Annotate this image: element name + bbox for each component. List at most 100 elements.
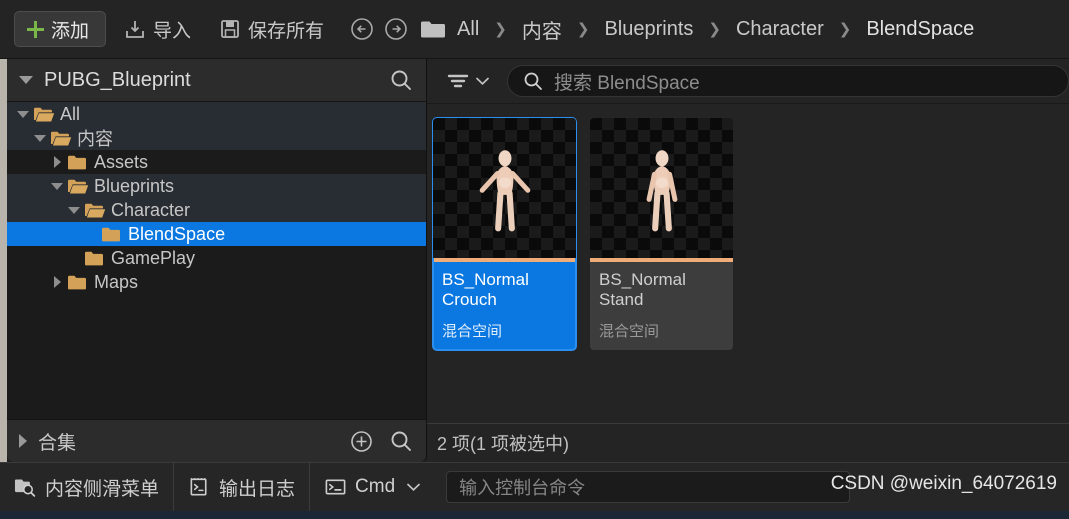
- search-icon: [524, 72, 542, 90]
- tree-item-character[interactable]: Character: [7, 198, 426, 222]
- tree-item-label: All: [60, 103, 81, 124]
- watermark: CSDN @weixin_64072619: [830, 473, 1057, 494]
- collections-section: 合集: [7, 419, 426, 462]
- expand-arrow-icon[interactable]: [49, 156, 65, 168]
- asset-view-panel: 搜索 BlendSpace BS_Normal Crouch 混合空间 BS_Norm…: [427, 59, 1069, 462]
- console-command-input[interactable]: 输入控制台命令: [446, 471, 851, 503]
- folder-icon: [82, 250, 111, 267]
- tree-item-assets[interactable]: Assets: [7, 150, 426, 174]
- tree-item-all[interactable]: All: [7, 102, 426, 126]
- sources-panel-header: PUBG_Blueprint: [7, 59, 426, 102]
- content-drawer-button[interactable]: 内容侧滑菜单: [0, 463, 173, 511]
- import-icon: [126, 21, 144, 38]
- plus-circle-icon: [351, 430, 372, 452]
- breadcrumb-item-blendspace[interactable]: BlendSpace: [864, 16, 976, 43]
- output-log-label: 输出日志: [219, 478, 296, 500]
- plus-icon: [27, 20, 44, 38]
- folder-open-icon: [65, 178, 94, 195]
- asset-name-line1: BS_Normal: [599, 270, 686, 289]
- asset-name: BS_Normal Crouch: [442, 270, 567, 310]
- folder-icon: [99, 226, 128, 243]
- folder-open-icon: [31, 106, 60, 123]
- breadcrumb-separator: ❯: [576, 20, 590, 38]
- import-button[interactable]: 导入: [114, 11, 201, 47]
- bottom-status-bar: 内容侧滑菜单 输出日志 Cmd 输入控制台命令 CSDN @weixin_640…: [0, 462, 1069, 511]
- collapse-arrow-icon[interactable]: [49, 182, 65, 190]
- forward-button[interactable]: [382, 15, 410, 43]
- asset-status-bar: 2 项(1 项被选中): [427, 423, 1069, 462]
- folder-tree: All 内容 Assets Blueprints Character BlendSpace…: [7, 102, 426, 419]
- project-name: PUBG_Blueprint: [44, 68, 191, 91]
- import-label: 导入: [153, 20, 192, 42]
- asset-thumbnail: [590, 118, 733, 258]
- save-all-label: 保存所有: [248, 20, 325, 42]
- breadcrumb-item-character[interactable]: Character: [734, 16, 826, 43]
- content-drawer-label: 内容侧滑菜单: [45, 478, 160, 500]
- save-all-button[interactable]: 保存所有: [209, 11, 334, 47]
- asset-meta: BS_Normal Stand 混合空间: [590, 262, 733, 350]
- folder-icon: [65, 274, 94, 291]
- add-button[interactable]: 添加: [14, 11, 107, 47]
- sources-panel: PUBG_Blueprint All 内容 Assets Blueprints Char…: [7, 59, 427, 462]
- log-icon: [190, 478, 207, 496]
- search-icon: [391, 70, 411, 90]
- asset-search-row: 搜索 BlendSpace: [427, 59, 1069, 104]
- search-input[interactable]: 搜索 BlendSpace: [507, 65, 1069, 97]
- asset-tile-grid: BS_Normal Crouch 混合空间 BS_Normal Stand 混合空间: [432, 117, 1069, 351]
- breadcrumb-separator: ❯: [494, 20, 507, 38]
- tree-item-label: Blueprints: [94, 175, 175, 196]
- collapse-arrow-icon[interactable]: [32, 134, 48, 142]
- sources-search-button[interactable]: [388, 67, 414, 93]
- tree-item-label: GamePlay: [111, 247, 196, 268]
- breadcrumb-item-content[interactable]: 内容: [520, 13, 564, 46]
- chevron-down-icon: [476, 77, 489, 85]
- breadcrumb-item-blueprints[interactable]: Blueprints: [602, 16, 695, 43]
- search-icon: [391, 431, 411, 451]
- chevron-down-icon: [407, 483, 421, 491]
- collections-label: 合集: [38, 432, 77, 454]
- navigation-buttons: [348, 15, 410, 43]
- add-button-label: 添加: [51, 20, 90, 42]
- collapse-arrow-icon[interactable]: [66, 206, 82, 214]
- folder-icon: [421, 21, 446, 38]
- tree-item-maps[interactable]: Maps: [7, 270, 426, 294]
- tree-item-label: 内容: [77, 129, 113, 149]
- cmd-button[interactable]: Cmd: [310, 463, 434, 511]
- character-thumbnail-icon: [479, 150, 530, 232]
- back-button[interactable]: [348, 15, 376, 43]
- footer-strip: [0, 511, 1069, 519]
- asset-tile[interactable]: BS_Normal Stand 混合空间: [590, 118, 733, 350]
- tree-item-gameplay[interactable]: GamePlay: [7, 246, 426, 270]
- filter-icon: [447, 74, 469, 88]
- asset-type-label: 混合空间: [599, 323, 660, 340]
- asset-name-line1: BS_Normal: [442, 270, 529, 289]
- breadcrumb-item-all[interactable]: All: [455, 16, 481, 43]
- add-collection-button[interactable]: [349, 429, 374, 454]
- tree-item-label: Maps: [94, 271, 139, 292]
- arrow-right-circle-icon: [385, 18, 407, 40]
- filters-button[interactable]: [439, 66, 495, 96]
- asset-tile[interactable]: BS_Normal Crouch 混合空间: [432, 117, 577, 351]
- breadcrumb: All ❯ 内容 ❯ Blueprints ❯ Character ❯ Blen…: [420, 13, 976, 46]
- console-placeholder: 输入控制台命令: [459, 478, 586, 498]
- expand-collections-icon[interactable]: [19, 434, 27, 448]
- content-browser-window: 添加 导入 保存所有 All ❯ 内容 ❯ Blueprints ❯ Chara…: [0, 0, 1069, 519]
- search-collections-button[interactable]: [388, 428, 414, 454]
- collapse-sources-icon[interactable]: [19, 76, 33, 84]
- tree-item-label: Assets: [94, 151, 149, 172]
- tree-item-label: Character: [111, 199, 191, 220]
- tree-item-blendspace[interactable]: BlendSpace: [7, 222, 426, 246]
- folder-open-icon: [82, 202, 111, 219]
- breadcrumb-separator: ❯: [838, 20, 852, 38]
- tree-item-blueprints[interactable]: Blueprints: [7, 174, 426, 198]
- collapse-arrow-icon[interactable]: [15, 110, 31, 118]
- character-thumbnail-icon: [646, 150, 677, 232]
- tree-item-内容[interactable]: 内容: [7, 126, 426, 150]
- output-log-button[interactable]: 输出日志: [174, 463, 309, 511]
- expand-arrow-icon[interactable]: [49, 276, 65, 288]
- folder-open-icon: [48, 130, 77, 147]
- asset-name-line2: Stand: [599, 290, 644, 309]
- breadcrumb-separator: ❯: [708, 20, 721, 38]
- folder-icon: [65, 154, 94, 171]
- asset-name-line2: Crouch: [442, 290, 497, 309]
